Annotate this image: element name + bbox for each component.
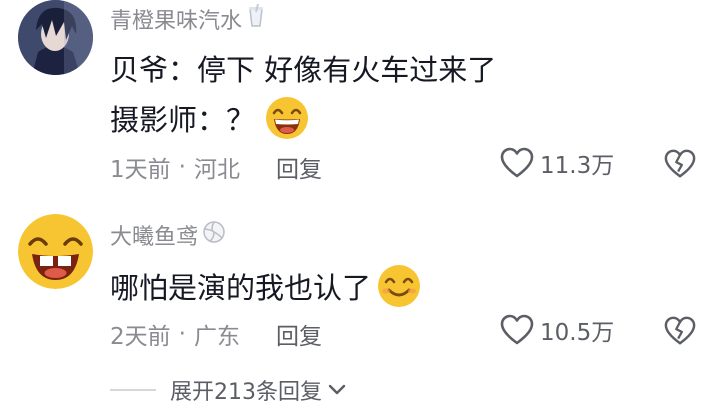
comment-time: 2天前 bbox=[110, 324, 171, 350]
broken-heart-icon bbox=[664, 148, 696, 180]
reply-button[interactable]: 回复 bbox=[276, 317, 322, 351]
meta-separator: · bbox=[178, 154, 186, 180]
meta-separator: · bbox=[178, 321, 186, 347]
like-button[interactable]: 10.5万 bbox=[500, 313, 614, 347]
dislike-button[interactable] bbox=[664, 148, 696, 180]
username[interactable]: 大曦鱼鸢 bbox=[110, 219, 226, 251]
grin-emoji bbox=[265, 96, 309, 140]
comment-meta: 2天前 · 广东 回复 bbox=[110, 317, 322, 351]
volleyball-icon bbox=[202, 220, 226, 250]
expand-replies-label: 展开213条回复 bbox=[170, 380, 322, 405]
comment-text-line: 摄影师：？ bbox=[110, 96, 309, 140]
comment-text-line: 贝爷：停下 好像有火车过来了 bbox=[110, 53, 497, 87]
comment-item: 大曦鱼鸢 哪怕是演的我也认了 2天前 · 广东 回复 10.5万 bbox=[0, 200, 720, 370]
broken-heart-icon bbox=[664, 315, 696, 347]
like-count: 10.5万 bbox=[540, 320, 615, 346]
like-button[interactable]: 11.3万 bbox=[500, 146, 614, 180]
comment-meta: 1天前 · 河北 回复 bbox=[110, 150, 322, 184]
avatar[interactable] bbox=[18, 214, 93, 289]
comment-location: 河北 bbox=[193, 157, 240, 183]
comment-time: 1天前 bbox=[110, 157, 171, 183]
cup-icon bbox=[246, 3, 266, 34]
chevron-down-icon bbox=[328, 383, 346, 397]
heart-icon bbox=[500, 147, 534, 179]
like-count: 11.3万 bbox=[540, 153, 615, 179]
dislike-button[interactable] bbox=[664, 315, 696, 347]
comment-text-line: 哪怕是演的我也认了 bbox=[110, 264, 421, 308]
expand-replies-button[interactable]: 展开213条回复 bbox=[110, 374, 346, 405]
smile-emoji bbox=[377, 264, 421, 308]
reply-button[interactable]: 回复 bbox=[276, 150, 322, 184]
heart-icon bbox=[500, 314, 534, 346]
comment-location: 广东 bbox=[193, 324, 240, 350]
divider bbox=[110, 389, 156, 391]
avatar[interactable] bbox=[18, 0, 93, 75]
username[interactable]: 青橙果味汽水 bbox=[110, 3, 266, 35]
comment-item: 青橙果味汽水 贝爷：停下 好像有火车过来了 摄影师：？ 1天前 · 河北 回复 … bbox=[0, 0, 720, 200]
